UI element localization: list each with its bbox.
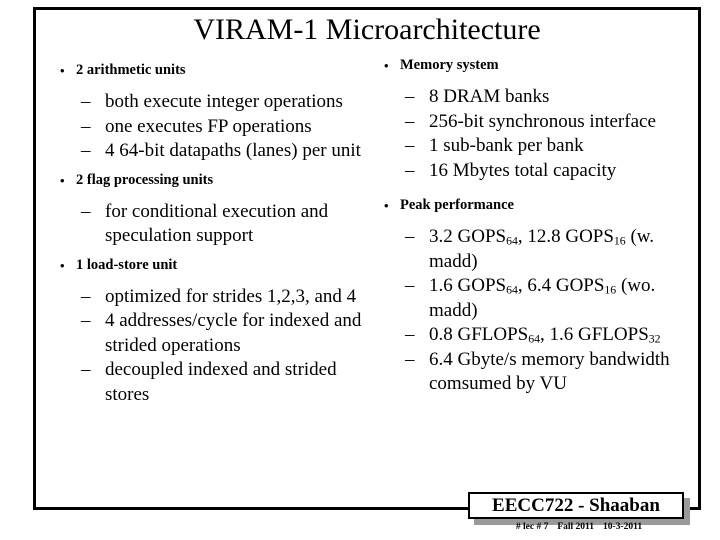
footer-badge: EECC722 - Shaaban — [468, 492, 690, 525]
left-content-column: • 2 arithmetic units – both execute inte… — [48, 60, 378, 407]
subbullet-label: 3.2 GOPS64, 12.8 GOPS16 (w. madd) — [429, 226, 655, 272]
subbullet-label: optimized for strides 1,2,3, and 4 — [105, 285, 357, 307]
subbullet-gflops: – 0.8 GFLOPS64, 1.6 GFLOPS32 — [372, 323, 690, 348]
subbullet-label: 4 64-bit datapaths (lanes) per unit — [105, 140, 361, 161]
subbullet-label: 16 Mbytes total capacity — [429, 159, 617, 181]
lecture-number-label: # lec # 7 — [515, 522, 549, 532]
dash-icon: – — [81, 200, 91, 222]
bullet-label: Memory system — [400, 57, 499, 73]
subbullet-label: 4 addresses/cycle for indexed and stride… — [105, 310, 362, 356]
bullet-label: 1 load-store unit — [76, 256, 178, 273]
subbullet-label: 1.6 GOPS64, 6.4 GOPS16 (wo. madd) — [429, 275, 656, 321]
subbullet-decoupled-stores: – decoupled indexed and strided stores — [48, 358, 378, 407]
right-content-column: • Memory system – 8 DRAM banks – 256-bit… — [372, 55, 690, 397]
subbullet-one-executes-fp: – one executes FP operations — [48, 115, 378, 140]
bullet-dot-icon: • — [384, 198, 389, 213]
subbullet-both-execute-integer: – both execute integer operations — [48, 90, 378, 115]
bullet-load-store-unit: • 1 load-store unit — [48, 255, 378, 276]
subbullet-label: 8 DRAM banks — [429, 86, 550, 107]
dash-icon: – — [81, 91, 91, 112]
subbullet-label: both execute integer operations — [105, 91, 343, 112]
subbullet-conditional-execution: – for conditional execution and speculat… — [48, 200, 378, 249]
dash-icon: – — [81, 285, 91, 307]
dash-icon: – — [405, 86, 415, 107]
footer-badge-box: EECC722 - Shaaban — [468, 492, 684, 519]
dash-icon: – — [81, 310, 91, 331]
bullet-dot-icon: • — [60, 257, 65, 273]
subbullet-subbank-per-bank: – 1 sub-bank per bank — [372, 134, 690, 159]
bullet-peak-performance: • Peak performance — [372, 195, 690, 216]
subbullet-optimized-strides: – optimized for strides 1,2,3, and 4 — [48, 285, 378, 310]
bullet-label: Peak performance — [400, 197, 514, 213]
dash-icon: – — [81, 115, 91, 137]
subbullet-synchronous-interface: – 256-bit synchronous interface — [372, 110, 690, 135]
dash-icon: – — [405, 226, 415, 247]
subbullet-label: 6.4 Gbyte/s memory bandwidth comsumed by… — [429, 348, 670, 395]
term-label: Fall 2011 — [557, 522, 595, 532]
subbullet-label: 0.8 GFLOPS64, 1.6 GFLOPS32 — [429, 324, 661, 346]
dash-icon: – — [405, 135, 415, 156]
subbullet-addresses-per-cycle: – 4 addresses/cycle for indexed and stri… — [48, 309, 378, 358]
dash-icon: – — [405, 348, 415, 370]
bullet-dot-icon: • — [60, 63, 65, 78]
dash-icon: – — [405, 159, 415, 181]
subbullet-gops-with-madd: – 3.2 GOPS64, 12.8 GOPS16 (w. madd) — [372, 225, 690, 274]
subbullet-label: decoupled indexed and strided stores — [105, 359, 337, 405]
dash-icon: – — [405, 275, 415, 296]
dash-icon: – — [81, 140, 91, 161]
bullet-dot-icon: • — [384, 58, 389, 73]
date-label: 10-3-2011 — [603, 522, 643, 532]
bullet-label: 2 arithmetic units — [76, 62, 186, 78]
bullet-flag-processing-units: • 2 flag processing units — [48, 170, 378, 191]
dash-icon: – — [405, 324, 415, 345]
course-instructor-label: EECC722 - Shaaban — [492, 494, 660, 516]
subbullet-total-capacity: – 16 Mbytes total capacity — [372, 159, 690, 184]
subbullet-label: 1 sub-bank per bank — [429, 135, 584, 156]
subbullet-gops-without-madd: – 1.6 GOPS64, 6.4 GOPS16 (wo. madd) — [372, 274, 690, 323]
subbullet-label: 256-bit synchronous interface — [429, 110, 656, 132]
subbullet-64bit-datapaths: – 4 64-bit datapaths (lanes) per unit — [48, 139, 378, 164]
bullet-dot-icon: • — [60, 172, 65, 188]
page-title: VIRAM-1 Microarchitecture — [193, 13, 541, 46]
bullet-label: 2 flag processing units — [76, 171, 214, 188]
subbullet-label: one executes FP operations — [105, 115, 312, 137]
subbullet-memory-bandwidth: – 6.4 Gbyte/s memory bandwidth comsumed … — [372, 348, 690, 397]
dash-icon: – — [405, 110, 415, 132]
dash-icon: – — [81, 359, 91, 380]
bullet-memory-system: • Memory system — [372, 55, 690, 76]
subbullet-dram-banks: – 8 DRAM banks — [372, 85, 690, 110]
subbullet-label: for conditional execution and speculatio… — [105, 200, 329, 247]
footer-meta: # lec # 7 Fall 2011 10-3-2011 — [468, 521, 690, 533]
bullet-arithmetic-units: • 2 arithmetic units — [48, 60, 378, 81]
